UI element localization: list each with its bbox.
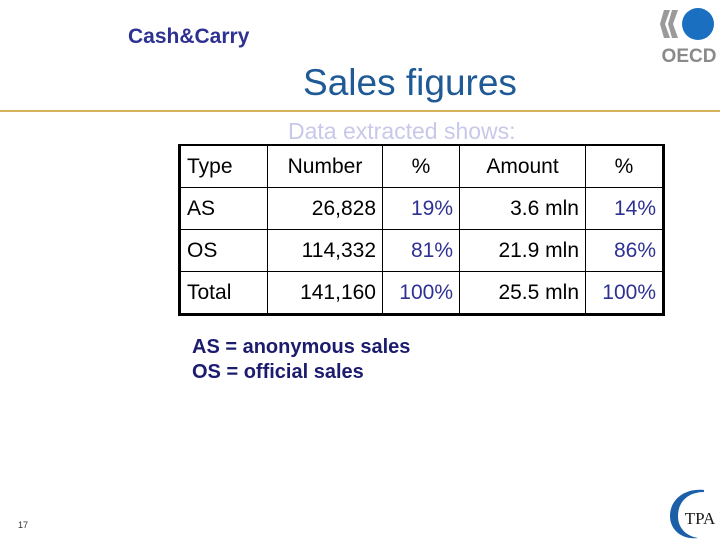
- cell-number: 26,828: [267, 187, 383, 230]
- header-number-percent: %: [382, 144, 460, 188]
- header-amount-percent: %: [585, 144, 664, 188]
- cell-amount-percent: 14%: [585, 187, 664, 230]
- subtitle: Data extracted shows:: [288, 118, 516, 144]
- table-row-total: Total 141,160 100% 25.5 mln 100%: [179, 271, 664, 315]
- table-row: OS 114,332 81% 21.9 mln 86%: [179, 229, 664, 272]
- cell-amount-percent: 100%: [585, 271, 664, 315]
- cell-number: 141,160: [267, 271, 383, 315]
- cell-type: Total: [179, 271, 268, 315]
- sales-table: Type Number % Amount % AS 26,828 19% 3.6…: [178, 144, 665, 316]
- table-row: AS 26,828 19% 3.6 mln 14%: [179, 187, 664, 230]
- page-number: 17: [18, 520, 29, 530]
- cell-amount: 3.6 mln: [459, 187, 586, 230]
- brand-title: Cash&Carry: [128, 25, 250, 48]
- tpa-logo-text: TPA: [685, 509, 716, 528]
- page-title: Sales figures: [303, 62, 517, 103]
- abbreviation-legend: AS = anonymous sales OS = official sales: [192, 335, 410, 385]
- oecd-logo-icon: OECD: [660, 8, 716, 64]
- header-number: Number: [267, 144, 383, 188]
- legend-as: AS = anonymous sales: [192, 336, 411, 358]
- title-divider: [0, 110, 720, 112]
- cell-number: 114,332: [267, 229, 383, 272]
- cell-number-percent: 100%: [382, 271, 460, 315]
- cell-type: OS: [179, 229, 268, 272]
- table-header-row: Type Number % Amount %: [179, 144, 664, 188]
- header-type: Type: [179, 144, 268, 188]
- cell-amount-percent: 86%: [585, 229, 664, 272]
- header-amount: Amount: [459, 144, 586, 188]
- cell-type: AS: [179, 187, 268, 230]
- cell-number-percent: 19%: [382, 187, 460, 230]
- tpa-logo-icon: TPA: [670, 489, 716, 539]
- cell-amount: 25.5 mln: [459, 271, 586, 315]
- cell-amount: 21.9 mln: [459, 229, 586, 272]
- legend-os: OS = official sales: [192, 361, 364, 383]
- cell-number-percent: 81%: [382, 229, 460, 272]
